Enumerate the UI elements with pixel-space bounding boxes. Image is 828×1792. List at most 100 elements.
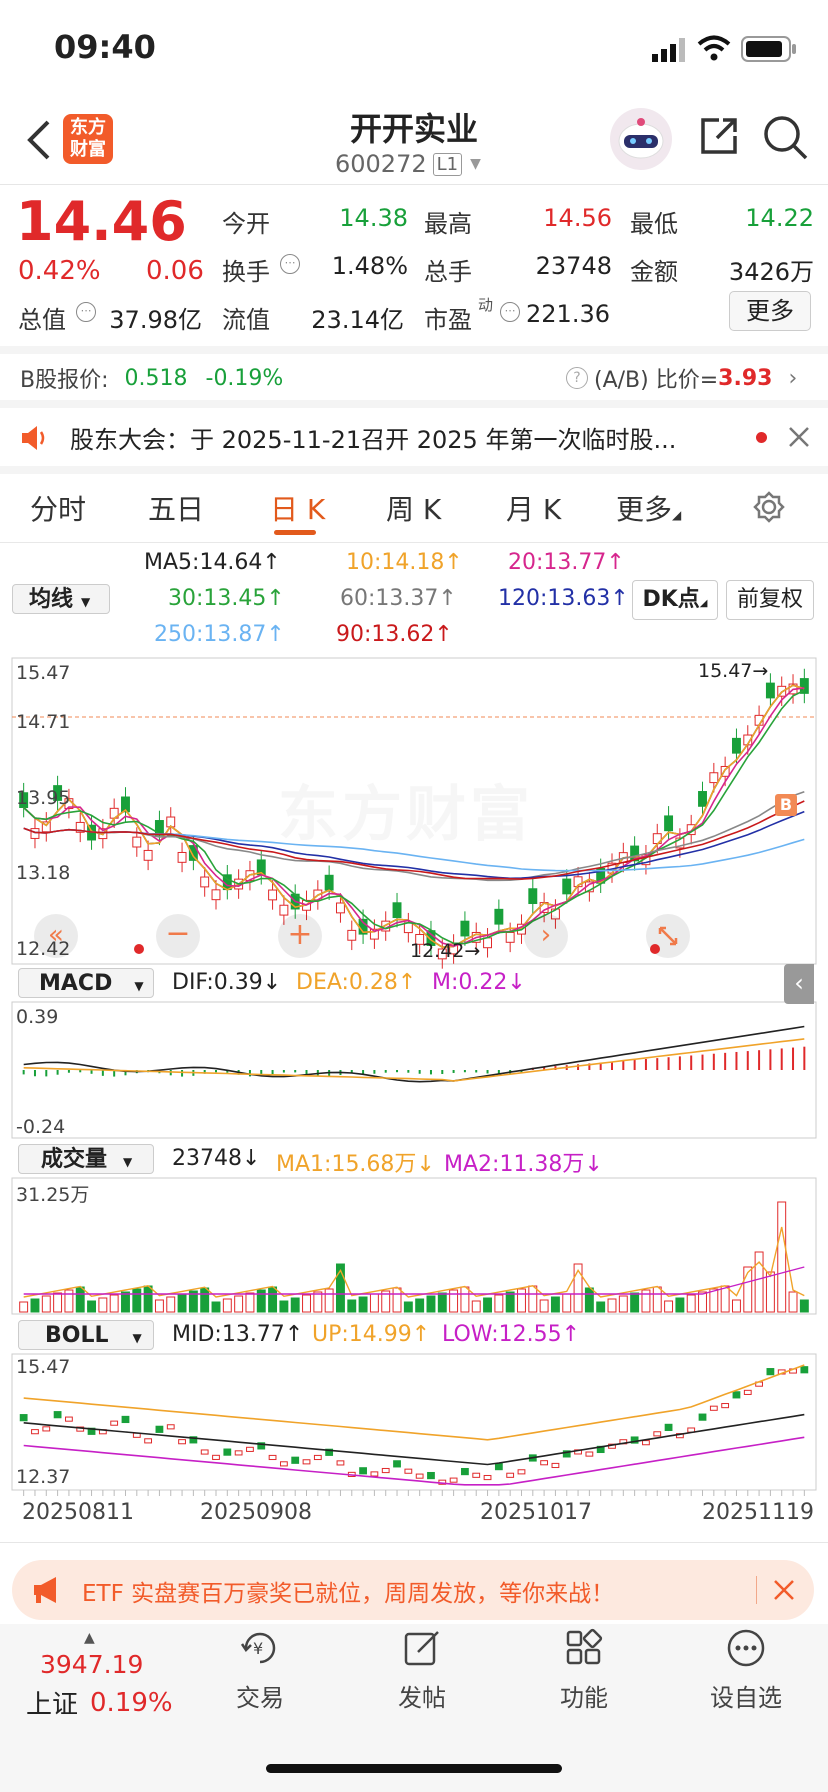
index-name: 上证	[26, 1690, 79, 1720]
volume-bar	[98, 1297, 108, 1313]
nav-trade[interactable]: ¥ 交易	[190, 1626, 330, 1713]
boll-candle	[766, 1368, 775, 1376]
boll-low-line	[23, 1436, 805, 1486]
stock-code-selector[interactable]: 600272 L1 ▼	[335, 150, 481, 178]
tab-month-k[interactable]: 月 K	[506, 488, 561, 528]
volume-bar	[528, 1285, 538, 1313]
volume-bar	[392, 1287, 402, 1313]
volume-ma2: MA2:11.38万↓	[444, 1152, 603, 1177]
boll-candle	[359, 1467, 367, 1475]
boll-candle	[336, 1460, 345, 1466]
info-icon[interactable]: ⋯	[280, 254, 300, 274]
tab-more[interactable]: 更多◢	[616, 488, 681, 528]
boll-candle	[404, 1468, 413, 1474]
watermark: 东方财富	[278, 766, 534, 853]
index-pct: 0.19%	[90, 1687, 173, 1718]
volume-bar	[154, 1299, 164, 1313]
volume-bar	[222, 1298, 232, 1313]
volume-bar	[562, 1293, 572, 1313]
megaphone-icon	[30, 1576, 66, 1608]
close-icon[interactable]	[786, 424, 812, 454]
scroll-left-button[interactable]: «	[34, 914, 78, 958]
nav-add-watchlist[interactable]: 设自选	[676, 1626, 816, 1713]
tab-minute[interactable]: 分时	[30, 488, 86, 528]
grid-icon	[566, 1628, 603, 1665]
nav-add-watchlist-label: 设自选	[710, 1684, 782, 1712]
zoom-out-button[interactable]: −	[156, 914, 200, 958]
volume-bar	[313, 1291, 323, 1313]
boll-candle	[642, 1440, 650, 1446]
macd-selector[interactable]: MACD ▼	[18, 968, 154, 998]
boll-candle	[709, 1405, 718, 1411]
status-time: 09:40	[54, 28, 156, 66]
search-icon[interactable]	[762, 114, 808, 164]
battery-icon	[741, 36, 797, 66]
volume-bar	[177, 1293, 187, 1313]
collapse-panel-button[interactable]: ‹	[784, 964, 814, 1004]
promo-banner[interactable]: ETF 实盘赛百万豪奖已就位，周周发放，等你来战！	[12, 1560, 814, 1620]
volume-selector[interactable]: 成交量 ▼	[18, 1144, 154, 1174]
candle-body	[335, 902, 345, 914]
ab-ratio-value: 3.93	[718, 365, 773, 391]
stat-label: 流值	[222, 306, 270, 334]
volume-bar	[358, 1296, 368, 1313]
robot-assistant-icon[interactable]	[610, 108, 672, 170]
info-icon[interactable]: ⋯	[76, 302, 96, 322]
candle-body	[200, 876, 210, 888]
boll-candle	[110, 1420, 119, 1426]
info-icon[interactable]: ⋯	[500, 302, 520, 322]
dk-point-button[interactable]: DK点◢	[632, 580, 718, 620]
volume-bar	[675, 1297, 685, 1313]
tab-week-k[interactable]: 周 K	[386, 488, 441, 528]
candle-body	[177, 851, 187, 863]
boll-candle	[551, 1462, 560, 1469]
tab-five-day[interactable]: 五日	[148, 488, 204, 528]
zoom-in-button[interactable]: +	[278, 914, 322, 958]
index-ticker[interactable]: 上证 0.19%	[26, 1684, 173, 1721]
price-axis-l4: 13.18	[16, 862, 71, 884]
ab-ratio-label: (A/B) 比价=	[594, 368, 719, 393]
boll-axis-top: 15.47	[16, 1356, 71, 1378]
boll-candle	[31, 1429, 39, 1435]
nav-post-label: 发帖	[398, 1684, 446, 1712]
tab-day-k[interactable]: 日 K	[270, 488, 325, 528]
nav-post[interactable]: 发帖	[352, 1626, 492, 1713]
change-percent: 0.42%	[18, 256, 101, 286]
change-value: 0.06	[146, 256, 204, 286]
nav-functions[interactable]: 功能	[514, 1626, 654, 1713]
chevron-right-icon: ›	[788, 365, 798, 391]
bshare-row[interactable]: B股报价: 0.518 -0.19%	[20, 362, 283, 394]
volume-bar	[494, 1294, 504, 1313]
boll-selector-label: BOLL	[45, 1323, 109, 1348]
volume-bar	[754, 1251, 764, 1313]
boll-selector[interactable]: BOLL ▼	[18, 1320, 154, 1350]
boll-candle	[155, 1425, 164, 1433]
close-icon[interactable]	[772, 1578, 796, 1606]
stat-label: 换手	[222, 258, 270, 286]
ab-ratio[interactable]: ? (A/B) 比价= 3.93 ›	[566, 362, 797, 394]
indicator-selector[interactable]: 均线 ▼	[12, 584, 110, 614]
home-indicator	[266, 1764, 562, 1773]
candle-body	[528, 888, 538, 905]
pe-superscript: 动	[478, 296, 494, 314]
scroll-right-button[interactable]: ›	[524, 914, 568, 958]
index-value[interactable]: 3947.19	[40, 1650, 143, 1679]
volume-bar	[290, 1297, 300, 1313]
boll-candle	[585, 1451, 594, 1457]
caret-icon: ▼	[81, 595, 91, 609]
boll-candle	[698, 1413, 707, 1421]
settings-gear-icon[interactable]	[752, 490, 786, 528]
boll-candle	[223, 1448, 232, 1456]
candle-body	[483, 937, 493, 949]
promo-text: ETF 实盘赛百万豪奖已就位，周周发放，等你来战！	[82, 1581, 615, 1607]
candle-body	[347, 929, 357, 941]
adjust-button[interactable]: 前复权	[726, 580, 814, 620]
max-price-mark: 15.47→	[698, 660, 769, 682]
more-stats-button[interactable]: 更多	[729, 291, 811, 331]
boll-candle	[212, 1454, 220, 1460]
stat-value: 23.14亿	[311, 306, 404, 334]
volume-bar	[426, 1295, 436, 1313]
boll-candle	[42, 1426, 51, 1432]
share-icon[interactable]	[697, 114, 741, 162]
notice-text[interactable]: 股东大会：于 2025-11-21召开 2025 年第一次临时股...	[70, 420, 720, 455]
